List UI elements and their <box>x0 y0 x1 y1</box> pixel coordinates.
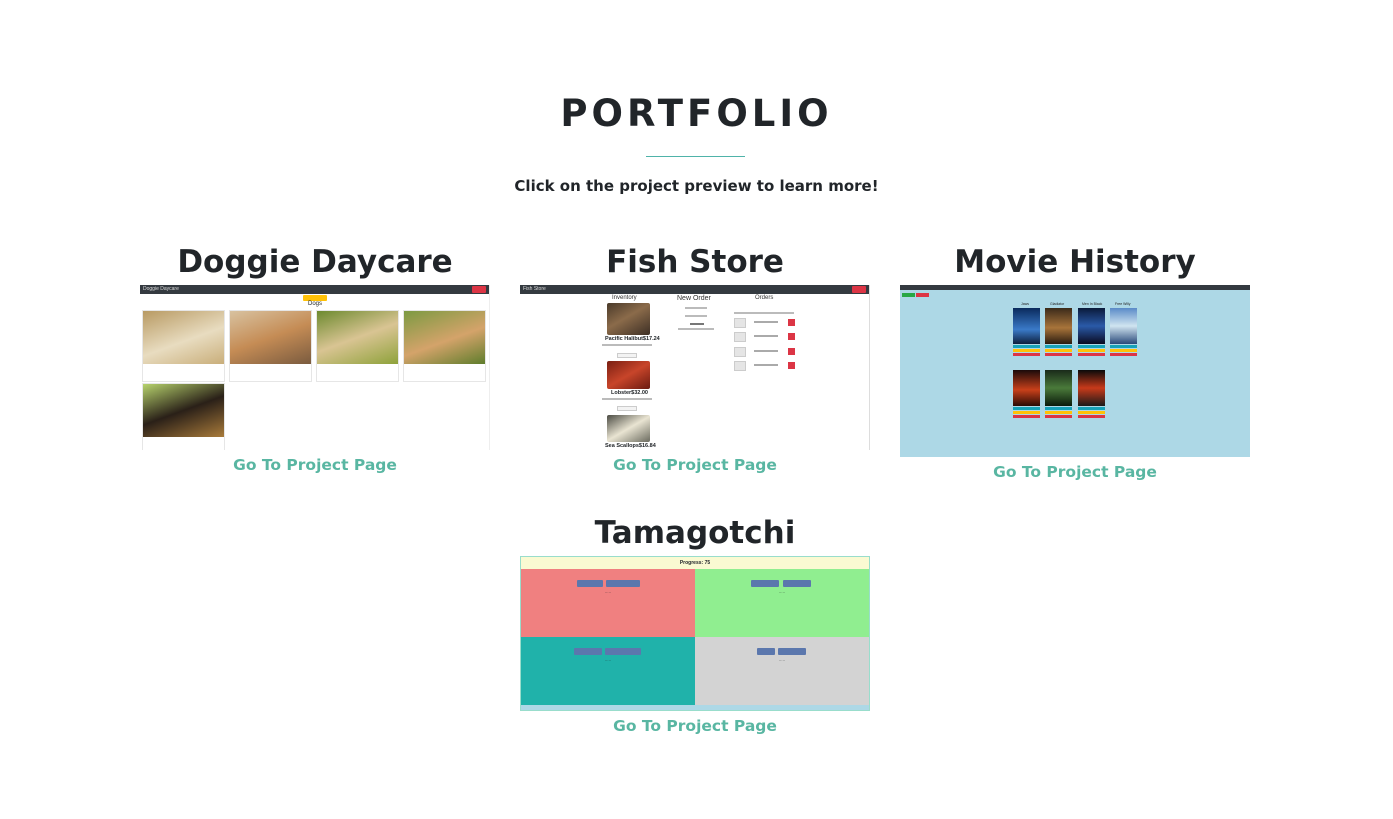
fish-description <box>602 344 652 346</box>
order-row <box>732 318 802 328</box>
preview-green-button <box>902 293 915 297</box>
project-card-fish-store: Fish Store Fish Store Inventory New Orde… <box>520 240 870 474</box>
project-preview-movie-history[interactable]: Jaws Gladiator Men In Black Free Willy <box>900 285 1250 457</box>
preview-brand: Doggie Daycare <box>143 286 179 292</box>
project-title: Fish Store <box>606 244 784 280</box>
preview-heading: Dogs <box>307 301 322 307</box>
movie-title: Jaws <box>1021 302 1029 306</box>
preview-panel-note: ····· <box>605 659 611 663</box>
project-card-movie-history: Movie History Jaws Gladiator Men In Blac… <box>900 240 1250 481</box>
movie-poster <box>1045 308 1072 344</box>
dog-image <box>230 311 311 364</box>
preview-panel-note: ····· <box>605 591 611 595</box>
title-divider <box>646 156 745 157</box>
movie-title: Men In Black <box>1082 302 1103 306</box>
movie-poster <box>1110 308 1137 344</box>
project-title: Doggie Daycare <box>177 244 453 280</box>
movie-title: Free Willy <box>1115 302 1131 306</box>
preview-panel-note: ····· <box>779 591 785 595</box>
order-total <box>690 323 704 325</box>
order-name-field <box>685 307 707 309</box>
dog-card <box>142 310 225 382</box>
preview-logout-button <box>472 286 486 293</box>
order-notes-field <box>685 315 707 317</box>
dog-card <box>403 310 486 382</box>
fish-item-label: Pacific Halibut$17.24 <box>605 336 660 342</box>
fish-item-label: Lobster$32.00 <box>611 390 648 396</box>
go-to-project-link[interactable]: Go To Project Page <box>520 717 870 735</box>
dog-image <box>404 311 485 364</box>
preview-red-button <box>916 293 929 297</box>
movie-poster <box>1078 370 1105 406</box>
preview-navbar: Fish Store <box>520 285 869 294</box>
project-title: Tamagotchi <box>594 515 796 551</box>
dog-image <box>317 311 398 364</box>
go-to-project-link[interactable]: Go To Project Page <box>900 463 1250 481</box>
dog-card <box>229 310 312 382</box>
project-preview-fish-store[interactable]: Fish Store Inventory New Order Orders Pa… <box>520 285 870 450</box>
preview-logout-button <box>852 286 866 293</box>
preview-navbar: Doggie Daycare <box>140 285 489 294</box>
project-title: Movie History <box>954 244 1196 280</box>
project-card-doggie-daycare: Doggie Daycare Doggie Daycare Dogs Go To… <box>140 240 490 474</box>
section-title: PORTFOLIO <box>560 92 833 135</box>
project-preview-doggie-daycare[interactable]: Doggie Daycare Dogs <box>140 285 490 450</box>
fish-item-label: Sea Scallops$16.84 <box>605 443 656 449</box>
order-row <box>732 332 802 342</box>
project-preview-tamagotchi[interactable]: Progress: 75 ····· ····· ····· ····· <box>520 556 870 711</box>
preview-orders-heading: Orders <box>755 295 774 301</box>
preview-sleep-panel: ····· <box>695 637 869 705</box>
preview-new-order-heading: New Order <box>677 295 711 302</box>
preview-eat-panel: ····· <box>521 569 695 637</box>
preview-progress-heading: Progress: 75 <box>521 557 869 569</box>
movie-poster <box>1045 370 1072 406</box>
order-row <box>732 361 802 371</box>
fish-description <box>602 398 652 400</box>
movie-poster <box>1013 308 1040 344</box>
fish-image <box>607 303 650 335</box>
preview-play-panel: ····· <box>695 569 869 637</box>
dog-image <box>143 384 224 437</box>
movie-title: Gladiator <box>1050 302 1065 306</box>
preview-brand: Fish Store <box>523 286 546 292</box>
order-row <box>732 347 802 357</box>
dog-image <box>143 311 224 364</box>
fish-add-button <box>617 406 637 411</box>
fish-add-button <box>617 353 637 358</box>
section-subtitle: Click on the project preview to learn mo… <box>514 177 879 195</box>
preview-inventory-heading: Inventory <box>612 295 637 301</box>
go-to-project-link[interactable]: Go To Project Page <box>520 456 870 474</box>
go-to-project-link[interactable]: Go To Project Page <box>140 456 490 474</box>
dog-card <box>142 383 225 450</box>
preview-panel-note: ····· <box>779 659 785 663</box>
preview-navbar <box>900 285 1250 290</box>
order-empty-note <box>678 328 714 330</box>
fish-image <box>607 361 650 389</box>
movie-poster <box>1013 370 1040 406</box>
project-card-tamagotchi: Tamagotchi Progress: 75 ····· ····· ····… <box>520 511 870 735</box>
dog-card <box>316 310 399 382</box>
movie-poster <box>1078 308 1105 344</box>
fish-image <box>607 415 650 442</box>
orders-table-header <box>734 312 794 314</box>
preview-fight-panel: ····· <box>521 637 695 705</box>
